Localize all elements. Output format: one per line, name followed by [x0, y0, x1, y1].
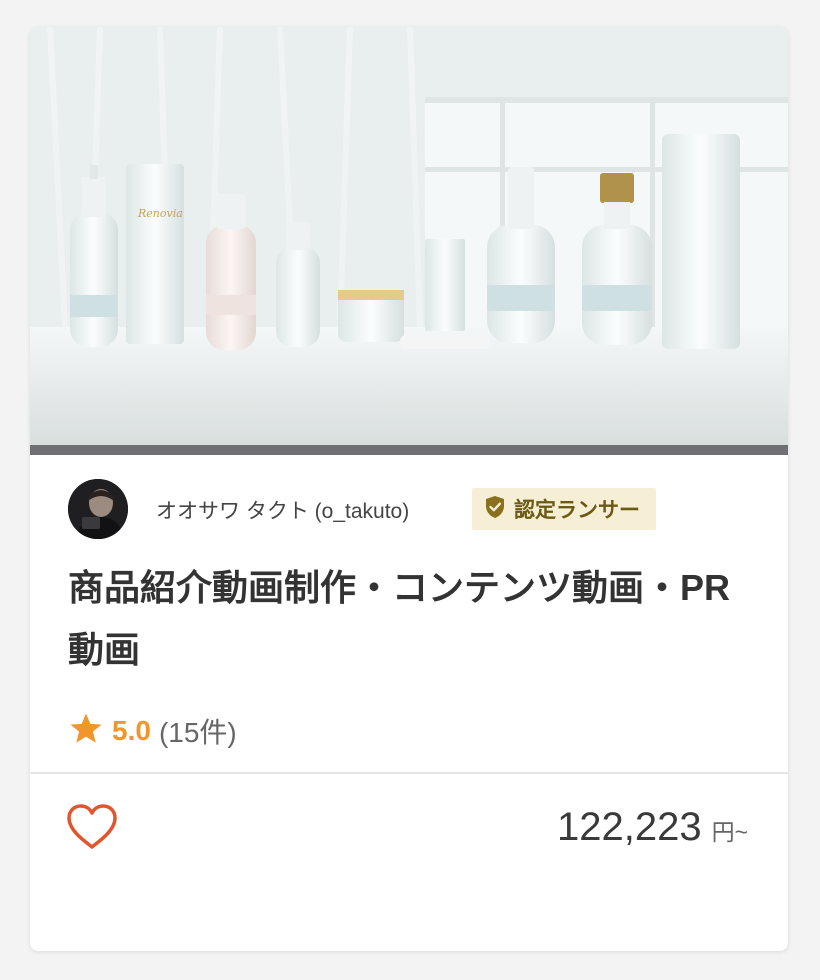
seller-info: オオサワ タクト (o_takuto) 認定ランサー [68, 479, 768, 539]
avatar[interactable] [68, 479, 128, 539]
price: 122,223 円~ [557, 805, 748, 855]
product-photo: Renovia [30, 27, 788, 455]
price-amount: 122,223 [556, 805, 702, 849]
favorite-button[interactable] [66, 803, 118, 851]
divider [30, 772, 788, 774]
rating: 5.0 (15件) [68, 711, 237, 751]
seller-name[interactable]: オオサワ タクト (o_takuto) [156, 495, 409, 525]
badge-label: 認定ランサー [514, 499, 640, 522]
service-card[interactable]: Renovia オオサワ タクト (o_takuto) 認定ランサー 商品紹介動… [30, 27, 788, 951]
service-thumbnail[interactable]: Renovia [30, 27, 788, 455]
shield-check-icon [484, 495, 506, 524]
star-icon [68, 712, 104, 751]
service-title[interactable]: 商品紹介動画制作・コンテンツ動画・PR動画 [68, 557, 758, 681]
review-count: (15件) [158, 717, 237, 748]
brand-text: Renovia [137, 207, 183, 220]
rating-score: 5.0 [112, 715, 151, 746]
price-unit: 円~ [711, 819, 748, 845]
heart-outline-icon [66, 804, 118, 855]
certified-lancer-badge: 認定ランサー [472, 488, 656, 530]
